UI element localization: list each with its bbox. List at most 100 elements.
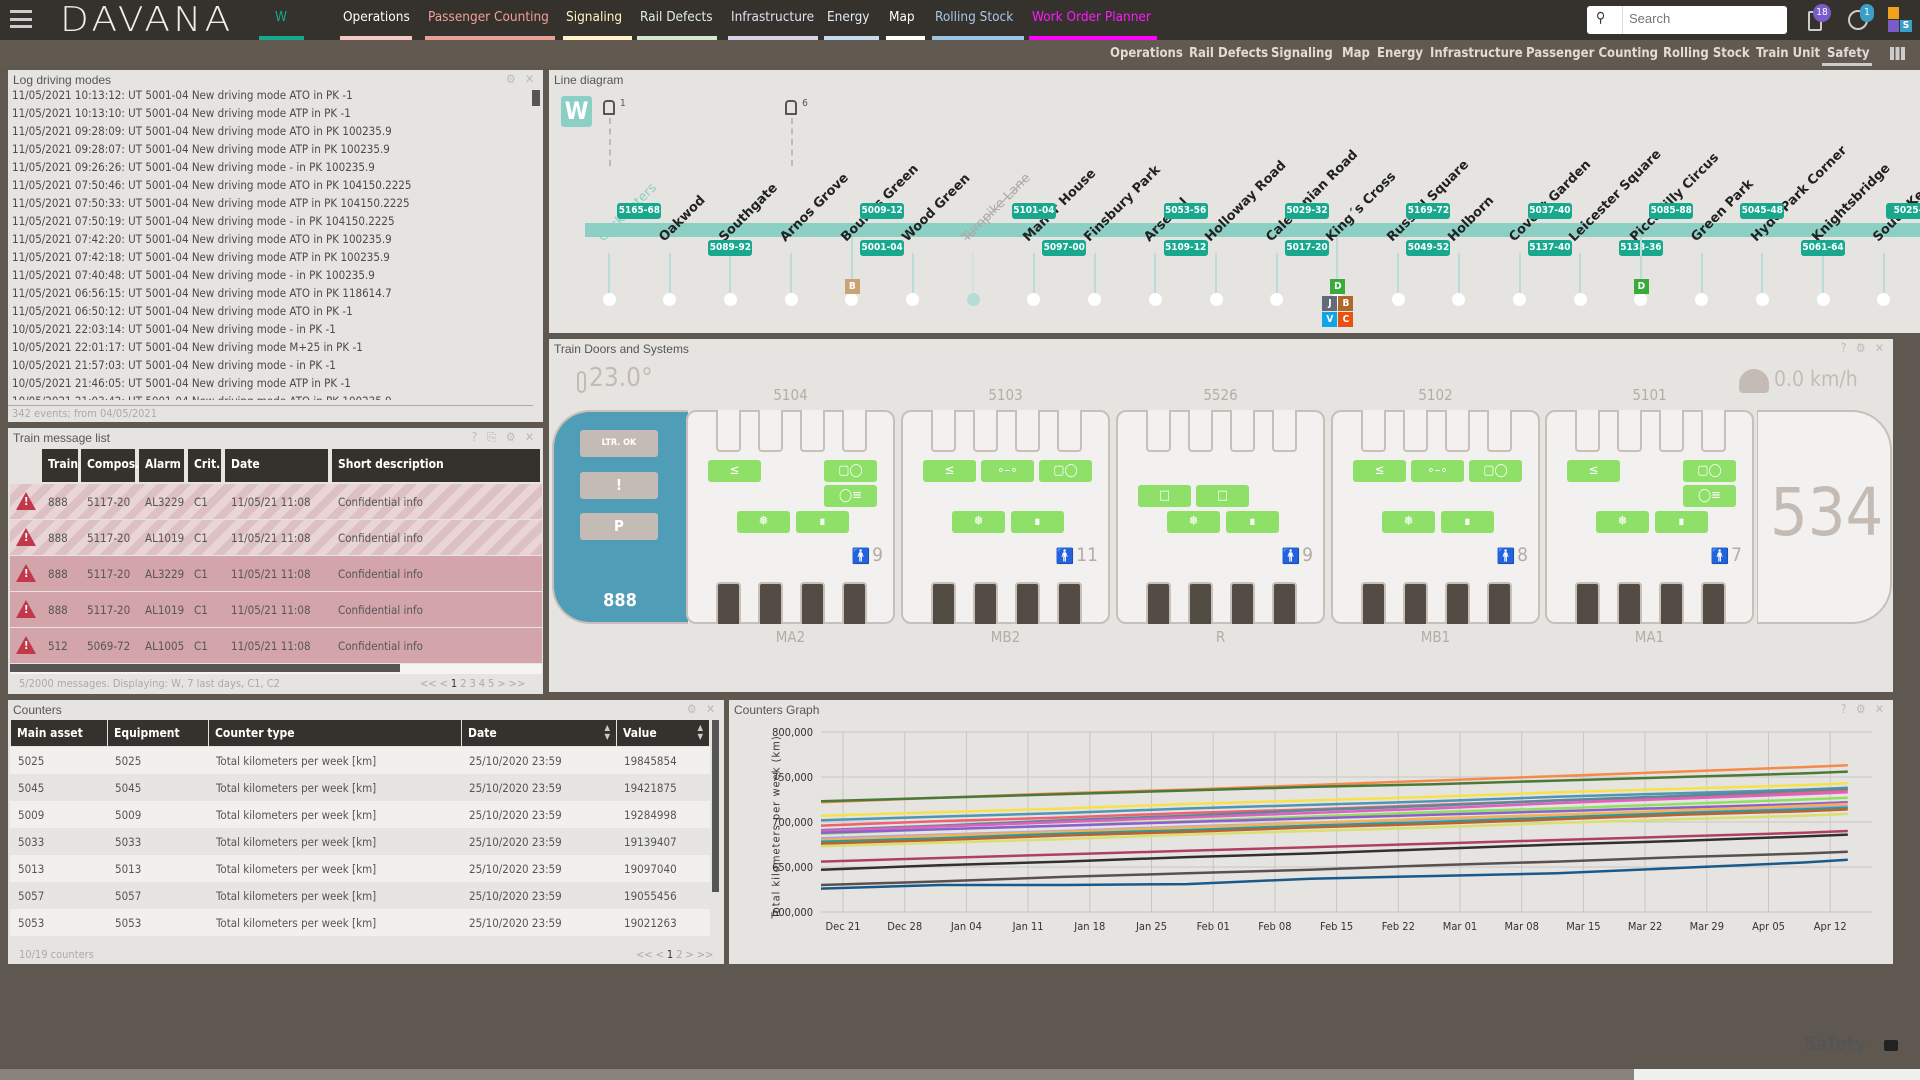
- door-closed-top[interactable]: [1230, 410, 1255, 452]
- door-bottom[interactable]: [973, 582, 998, 624]
- lock-icon[interactable]: [1884, 1040, 1898, 1051]
- panel-tools[interactable]: ⚙ ✕: [506, 72, 537, 86]
- counter-row[interactable]: 5053 5053 Total kilometers per week [km] 25…: [10, 909, 710, 936]
- train-icon[interactable]: [603, 100, 615, 115]
- counter-row[interactable]: 5025 5025 Total kilometers per week [km] 25…: [10, 747, 710, 774]
- log-list[interactable]: 11/05/2021 10:13:12: UT 5001-04 New driv…: [8, 88, 528, 400]
- train-car[interactable]: □ □ ❅ ∎ 🚹 9: [1116, 410, 1325, 624]
- apps-logo-icon[interactable]: S: [1888, 7, 1912, 33]
- station-node[interactable]: [602, 293, 616, 306]
- counter-row[interactable]: 5057 5057 Total kilometers per week [km] 25…: [10, 882, 710, 909]
- door-closed-top[interactable]: [1015, 410, 1040, 452]
- subnav-energy[interactable]: Energy: [1377, 46, 1423, 61]
- lighting-icon[interactable]: ∎: [1011, 511, 1064, 533]
- step-system-icon[interactable]: ≤: [1567, 460, 1620, 482]
- door-closed-top[interactable]: [1272, 410, 1297, 452]
- station-node[interactable]: [845, 293, 859, 306]
- subnav-rolling-stock[interactable]: Rolling Stock: [1663, 46, 1750, 61]
- door-bottom[interactable]: [1659, 582, 1684, 624]
- switch-system-icon[interactable]: ∘–∘: [1411, 460, 1464, 482]
- sort-icon[interactable]: ▲ ▼: [604, 723, 610, 741]
- column-header-main-asset[interactable]: Main asset: [11, 720, 107, 746]
- lighting-icon[interactable]: ∎: [1441, 511, 1494, 533]
- train-car[interactable]: ≤ ∘–∘ ▢◯ ❅ ∎ 🚹 8: [1331, 410, 1540, 624]
- air-conditioning-icon[interactable]: ❅: [952, 511, 1005, 533]
- unit-badge-down[interactable]: 5097-00: [1042, 240, 1087, 256]
- column-header-compos[interactable]: Compos.: [81, 449, 139, 482]
- pager-page[interactable]: 4: [479, 677, 485, 690]
- station-node[interactable]: [784, 293, 798, 306]
- door-bottom[interactable]: [800, 582, 825, 624]
- column-header-date[interactable]: Date: [225, 449, 328, 482]
- station-node[interactable]: [966, 293, 980, 306]
- unit-badge-down[interactable]: 5049-52: [1406, 240, 1451, 256]
- column-header-counter-type[interactable]: Counter type: [209, 720, 461, 746]
- emergency-status[interactable]: !: [580, 472, 658, 499]
- door-closed-top[interactable]: [1188, 410, 1213, 452]
- unit-badge-up[interactable]: 5025-: [1885, 203, 1920, 219]
- train-car[interactable]: ≤ ▢◯ ◯≡ ❅ ∎ 🚹 7: [1545, 410, 1754, 624]
- nav-tab-work-order-planner[interactable]: Work Order Planner: [1032, 9, 1151, 25]
- door-closed-top[interactable]: [1146, 410, 1171, 452]
- air-conditioning-icon[interactable]: ❅: [1596, 511, 1649, 533]
- nav-tab-map[interactable]: Map: [889, 9, 915, 25]
- message-row[interactable]: 512 5069-72 AL1005 C1 11/05/21 11:08 Confiden…: [10, 628, 542, 663]
- unit-badge-down[interactable]: 5061-64: [1801, 240, 1845, 256]
- station-node[interactable]: [1270, 293, 1284, 306]
- unit-badge-up[interactable]: 5029-32: [1285, 203, 1330, 219]
- station-node[interactable]: [1816, 293, 1830, 306]
- door-bottom[interactable]: [1575, 582, 1600, 624]
- unit-badge-down[interactable]: 5017-20: [1285, 240, 1330, 256]
- subnav-rail-defects[interactable]: Rail Defects: [1189, 46, 1268, 61]
- sensor-system-icon[interactable]: □: [1196, 485, 1249, 507]
- column-header-crit[interactable]: Crit.: [188, 449, 221, 482]
- door-bottom[interactable]: [1146, 582, 1171, 624]
- step-system-icon[interactable]: ≤: [1353, 460, 1406, 482]
- unit-badge-down[interactable]: 5109-12: [1163, 240, 1208, 256]
- train-car[interactable]: ≤ ∘–∘ ▢◯ ❅ ∎ 🚹 11: [901, 410, 1110, 624]
- door-closed-top[interactable]: [973, 410, 998, 452]
- door-closed-top[interactable]: [1575, 410, 1600, 452]
- nav-tab-rolling-stock[interactable]: Rolling Stock: [935, 9, 1013, 25]
- search-input[interactable]: [1629, 11, 1779, 26]
- column-header-date[interactable]: Date ▲ ▼: [462, 720, 616, 746]
- pager-next[interactable]: >: [497, 677, 505, 690]
- pager-page[interactable]: 3: [469, 677, 475, 690]
- station-node[interactable]: [723, 293, 737, 306]
- station-label[interactable]: Oakwod: [656, 193, 708, 245]
- air-conditioning-icon[interactable]: ❅: [1382, 511, 1435, 533]
- door-closed-top[interactable]: [1057, 410, 1082, 452]
- unit-badge-up[interactable]: 5009-12: [860, 203, 905, 219]
- station-node[interactable]: [906, 293, 919, 306]
- unit-badge-up[interactable]: 5169-72: [1406, 203, 1451, 219]
- pager-page[interactable]: 1: [667, 948, 673, 961]
- door-bottom[interactable]: [1015, 582, 1040, 624]
- station-node[interactable]: [1452, 293, 1466, 306]
- station-marker-d[interactable]: D: [1633, 279, 1649, 294]
- series-line-9[interactable]: [820, 800, 1848, 835]
- door-closed-top[interactable]: [1617, 410, 1642, 452]
- door-system-icon[interactable]: ▢◯: [1469, 460, 1522, 482]
- door-bottom[interactable]: [1272, 582, 1297, 624]
- station-node[interactable]: [1573, 293, 1587, 306]
- station-node[interactable]: [1391, 293, 1405, 306]
- column-header-shortdescription[interactable]: Short description: [332, 449, 540, 482]
- search-icon[interactable]: ⚲: [1596, 10, 1605, 26]
- door-bottom[interactable]: [1487, 582, 1512, 624]
- grid-menu-icon[interactable]: [1890, 47, 1905, 60]
- door-closed-top[interactable]: [1403, 410, 1428, 452]
- pager-page[interactable]: 2: [460, 677, 466, 690]
- menu-icon[interactable]: [10, 10, 32, 28]
- column-header-train[interactable]: Train: [42, 449, 78, 482]
- door-bottom[interactable]: [1701, 582, 1726, 624]
- sensor-system-icon[interactable]: □: [1138, 485, 1191, 507]
- step-system-icon[interactable]: ≤: [708, 460, 761, 482]
- nav-tab-energy[interactable]: Energy: [827, 9, 870, 25]
- door-bottom[interactable]: [716, 582, 741, 624]
- subnav-signaling[interactable]: Signaling: [1271, 46, 1333, 61]
- counter-row[interactable]: 5045 5045 Total kilometers per week [km] 25…: [10, 774, 710, 801]
- door-bottom[interactable]: [842, 582, 867, 624]
- message-row[interactable]: 888 5117-20 AL3229 C1 11/05/21 11:08 Confiden…: [10, 484, 542, 519]
- door-bottom[interactable]: [758, 582, 783, 624]
- subnav-operations[interactable]: Operations: [1110, 46, 1183, 61]
